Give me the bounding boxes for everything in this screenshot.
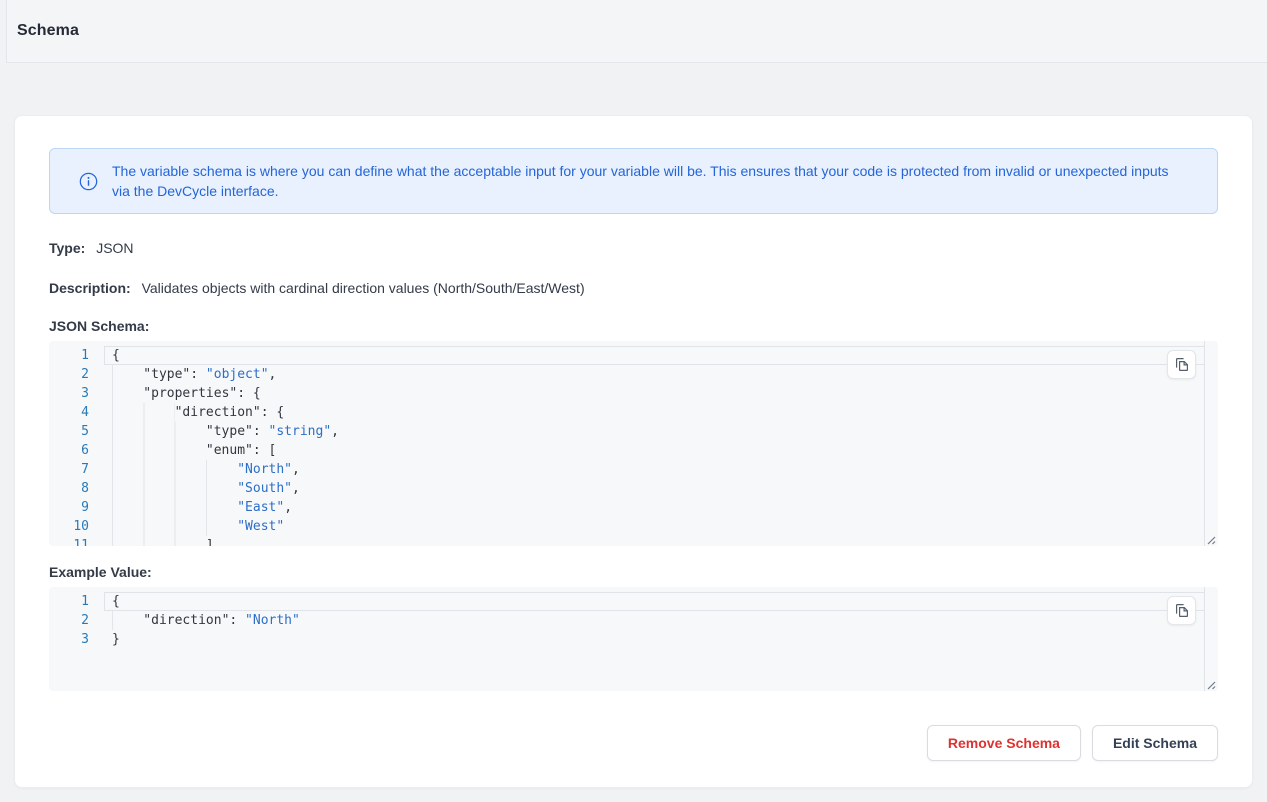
line-number: 9 xyxy=(49,498,104,517)
copy-button[interactable] xyxy=(1167,350,1196,379)
copy-icon xyxy=(1174,357,1189,372)
json-schema-editor[interactable]: 1{2"type": "object",3"properties": {4"di… xyxy=(49,341,1218,546)
line-number: 2 xyxy=(49,365,104,384)
code-content: "North", xyxy=(104,460,1205,479)
line-number: 2 xyxy=(49,611,104,630)
info-alert: The variable schema is where you can def… xyxy=(49,148,1218,214)
code-content: { xyxy=(104,592,1205,611)
type-label: Type: xyxy=(49,240,85,256)
code-content: "South", xyxy=(104,479,1205,498)
page-title: Schema xyxy=(17,22,79,40)
code-line: 10"West" xyxy=(49,517,1205,536)
alert-text: The variable schema is where you can def… xyxy=(112,161,1187,201)
schema-card: The variable schema is where you can def… xyxy=(14,115,1253,788)
code-line: 2"type": "object", xyxy=(49,365,1205,384)
code-line: 9"East", xyxy=(49,498,1205,517)
code-line: 4"direction": { xyxy=(49,403,1205,422)
resize-grip-icon xyxy=(1205,534,1216,545)
code-content: } xyxy=(104,630,1205,649)
remove-schema-button[interactable]: Remove Schema xyxy=(927,725,1081,761)
code-content: ] xyxy=(104,536,1205,546)
description-label: Description: xyxy=(49,280,131,296)
code-lines: 1{2"direction": "North"3} xyxy=(49,587,1205,649)
resize-grip-icon xyxy=(1205,679,1216,690)
line-number: 3 xyxy=(49,384,104,403)
code-content: "direction": { xyxy=(104,403,1205,422)
code-content: "properties": { xyxy=(104,384,1205,403)
code-content: "type": "string", xyxy=(104,422,1205,441)
line-number: 1 xyxy=(49,346,104,365)
line-number: 8 xyxy=(49,479,104,498)
footer-actions: Remove Schema Edit Schema xyxy=(49,725,1218,761)
code-content: "direction": "North" xyxy=(104,611,1205,630)
code-lines: 1{2"type": "object",3"properties": {4"di… xyxy=(49,341,1205,546)
code-content: { xyxy=(104,346,1205,365)
code-line: 3"properties": { xyxy=(49,384,1205,403)
code-line: 8"South", xyxy=(49,479,1205,498)
line-number: 10 xyxy=(49,517,104,536)
line-number: 4 xyxy=(49,403,104,422)
scrollbar-track[interactable] xyxy=(1204,341,1205,546)
code-content: "East", xyxy=(104,498,1205,517)
main-area: The variable schema is where you can def… xyxy=(0,63,1267,788)
info-circle-icon xyxy=(64,172,112,191)
code-content: "West" xyxy=(104,517,1205,536)
example-value-editor[interactable]: 1{2"direction": "North"3} xyxy=(49,587,1218,691)
edit-schema-button[interactable]: Edit Schema xyxy=(1092,725,1218,761)
description-row: Description: Validates objects with card… xyxy=(49,278,1218,298)
code-content: "enum": [ xyxy=(104,441,1205,460)
line-number: 5 xyxy=(49,422,104,441)
example-value-label: Example Value: xyxy=(49,564,1218,581)
line-number: 3 xyxy=(49,630,104,649)
code-line: 1{ xyxy=(49,592,1205,611)
code-line: 2"direction": "North" xyxy=(49,611,1205,630)
resize-grip[interactable] xyxy=(1205,534,1216,545)
code-line: 5"type": "string", xyxy=(49,422,1205,441)
copy-button[interactable] xyxy=(1167,596,1196,625)
line-number: 11 xyxy=(49,536,104,546)
code-line: 1{ xyxy=(49,346,1205,365)
copy-icon xyxy=(1174,603,1189,618)
resize-grip[interactable] xyxy=(1205,679,1216,690)
line-number: 6 xyxy=(49,441,104,460)
scrollbar-track[interactable] xyxy=(1204,587,1205,691)
code-line: 11] xyxy=(49,536,1205,546)
description-value: Validates objects with cardinal directio… xyxy=(142,280,585,296)
line-number: 7 xyxy=(49,460,104,479)
code-line: 6"enum": [ xyxy=(49,441,1205,460)
line-number: 1 xyxy=(49,592,104,611)
json-schema-label: JSON Schema: xyxy=(49,318,1218,335)
code-line: 3} xyxy=(49,630,1205,649)
code-content: "type": "object", xyxy=(104,365,1205,384)
page-header: Schema xyxy=(6,0,1267,63)
type-value: JSON xyxy=(96,240,133,256)
type-row: Type: JSON xyxy=(49,238,1218,258)
code-line: 7"North", xyxy=(49,460,1205,479)
